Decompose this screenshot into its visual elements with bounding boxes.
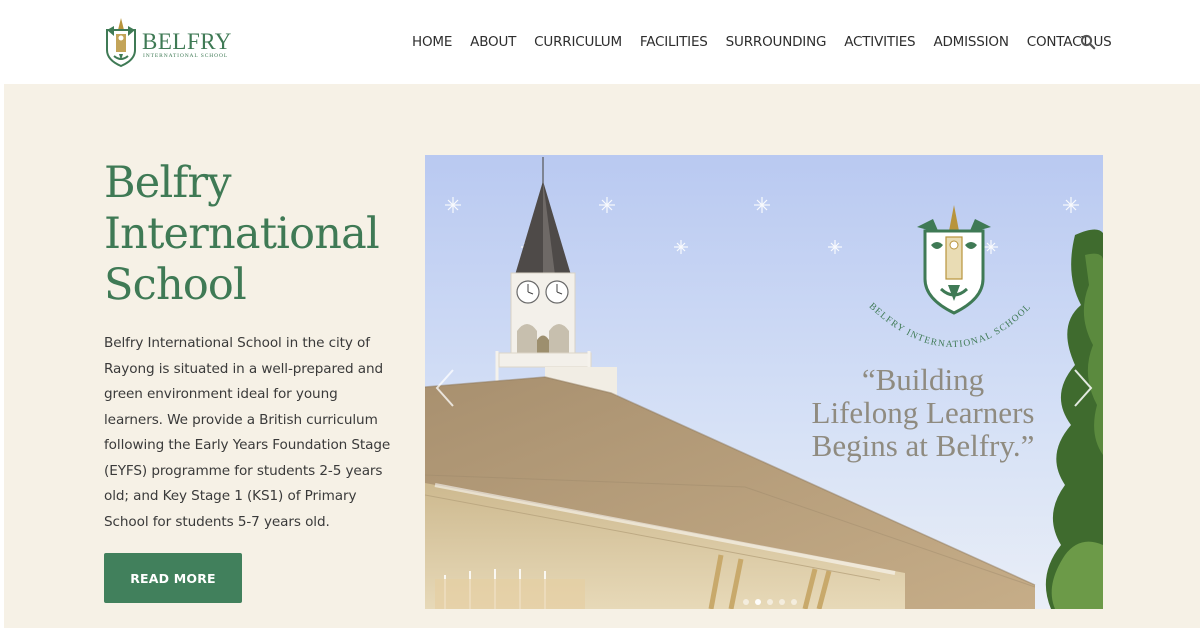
slider-pagination	[743, 599, 803, 605]
brand-subtitle: INTERNATIONAL SCHOOL	[143, 53, 229, 59]
read-more-button[interactable]: READ MORE	[104, 553, 242, 603]
crest-logo-icon	[106, 18, 136, 68]
slider-dot[interactable]	[743, 599, 749, 605]
search-icon[interactable]	[1080, 34, 1096, 50]
nav-item-curriculum[interactable]: CURRICULUM	[534, 34, 622, 50]
quote-line-3: Begins at Belfry.”	[811, 428, 1035, 463]
nav-item-admission[interactable]: ADMISSION	[933, 34, 1009, 50]
quote-line-2: Lifelong Learners	[811, 395, 1035, 430]
chevron-right-icon[interactable]	[1069, 367, 1097, 409]
nav-item-facilities[interactable]: FACILITIES	[640, 34, 708, 50]
nav-item-contact-us[interactable]: CONTACT US	[1027, 34, 1112, 50]
nav-item-surrounding[interactable]: SURROUNDING	[726, 34, 827, 50]
nav-item-about[interactable]: ABOUT	[470, 34, 516, 50]
site-header: BELFRY INTERNATIONAL SCHOOL HOME ABOUT C…	[0, 0, 1200, 84]
quote-line-1: “Building	[861, 362, 985, 397]
hero-section: Belfry International School Belfry Inter…	[4, 84, 1200, 628]
hero-title: Belfry International School	[104, 158, 380, 310]
brand-name: BELFRY	[142, 29, 232, 54]
main-nav: HOME ABOUT CURRICULUM FACILITIES SURROUN…	[404, 32, 1130, 52]
slider-dot[interactable]	[779, 599, 785, 605]
nav-item-home[interactable]: HOME	[412, 34, 452, 50]
chevron-left-icon[interactable]	[431, 367, 459, 409]
brand-logo[interactable]: BELFRY INTERNATIONAL SCHOOL	[104, 16, 234, 68]
slider-dot[interactable]	[791, 599, 797, 605]
slider-dot[interactable]	[755, 599, 761, 605]
slider-quote: “Building Lifelong Learners Begins at Be…	[783, 363, 1063, 462]
slider-dot[interactable]	[767, 599, 773, 605]
hero-slider[interactable]: BELFRY INTERNATIONAL SCHOOL “Building Li…	[425, 155, 1103, 609]
hero-description: Belfry International School in the city …	[104, 335, 391, 530]
nav-item-activities[interactable]: ACTIVITIES	[844, 34, 915, 50]
